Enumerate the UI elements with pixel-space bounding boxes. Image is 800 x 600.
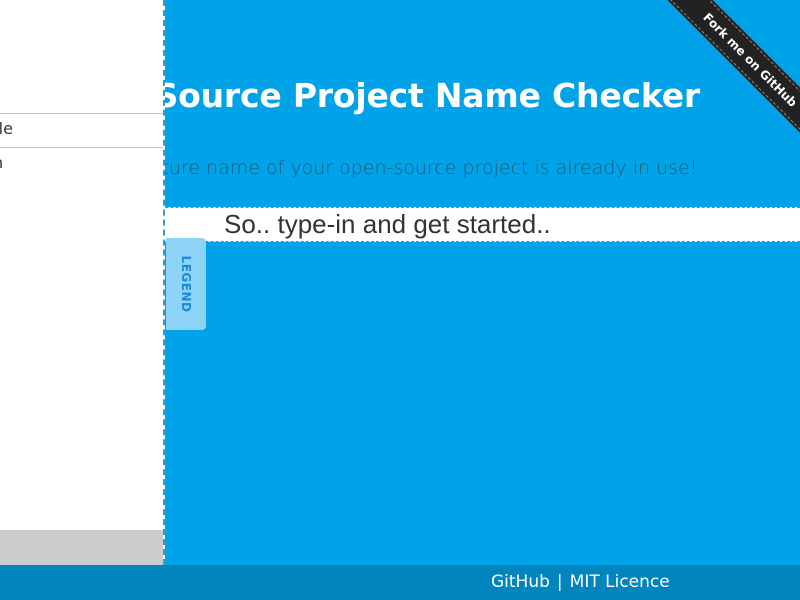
footer-links: GitHub | MIT Licence xyxy=(491,571,670,593)
legend-item-label: ailable xyxy=(0,119,13,138)
page-subtitle: f future name of your open-source projec… xyxy=(130,157,698,179)
footer: GitHub | MIT Licence xyxy=(0,565,800,600)
legend-footer xyxy=(0,530,163,565)
legend-list: able ailable hown xyxy=(0,80,163,182)
legend-item-unknown: hown xyxy=(0,148,163,182)
footer-separator: | xyxy=(556,572,563,592)
github-link[interactable]: GitHub xyxy=(491,572,550,592)
fork-on-github-ribbon[interactable]: Fork me on GitHub xyxy=(662,0,800,148)
legend-toggle-tab[interactable]: LEGEND xyxy=(166,238,206,330)
legend-item-label: hown xyxy=(0,148,3,178)
project-name-input[interactable] xyxy=(220,208,780,241)
github-ribbon-container: Fork me on GitHub xyxy=(650,0,800,150)
mit-licence-link[interactable]: MIT Licence xyxy=(570,572,670,592)
legend-item-available: able xyxy=(0,80,163,114)
legend-item-unavailable: ailable xyxy=(0,114,163,148)
page-title: n Source Project Name Checker xyxy=(120,76,700,115)
legend-tab-label: LEGEND xyxy=(179,255,193,313)
legend-panel: able ailable hown xyxy=(0,0,165,565)
